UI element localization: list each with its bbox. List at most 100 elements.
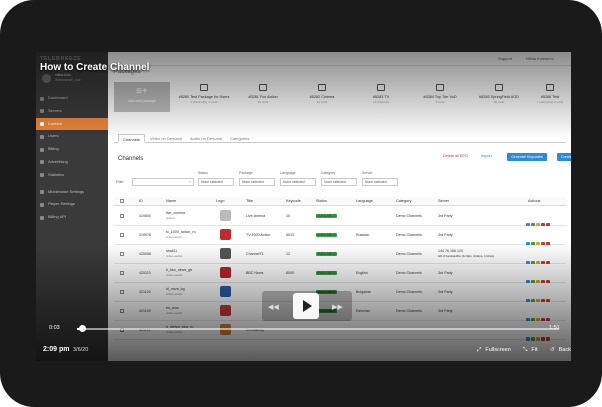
sidebar-item-advertising[interactable]: Advertising xyxy=(36,156,108,169)
play-icon xyxy=(303,300,312,312)
package-item[interactable]: #5284 Top Tier VoD 3 vods xyxy=(412,82,468,104)
folder-icon xyxy=(200,84,208,91)
fullscreen-button[interactable]: ⤢ Fullscreen xyxy=(477,347,511,354)
table-row[interactable]: 420058 shall11 video+audio ChannelT1 12 AVAIL… xyxy=(114,245,566,265)
generate-keycodes-button[interactable]: Generate Keycodes xyxy=(507,153,547,161)
cell-server: 3rd Party xyxy=(438,309,453,313)
gear-icon xyxy=(40,202,44,207)
package-item[interactable]: #5281 Fox Action 22 vods xyxy=(235,82,291,104)
sidebar-item-billing[interactable]: Billing xyxy=(36,143,108,156)
filter-bar: Filter ⌕ Status None selected Package No… xyxy=(114,171,566,191)
import-button[interactable]: Import xyxy=(481,154,492,158)
package-item[interactable]: #5280 Test Package for Users 1 channel(s)… xyxy=(176,82,232,104)
sidebar-item-billing-api[interactable]: Billing API xyxy=(36,211,108,224)
sidebar-item-statistics[interactable]: Statistics xyxy=(36,169,108,182)
package-name: #5286 Test xyxy=(540,95,560,99)
column-id[interactable]: ID xyxy=(139,199,143,203)
sidebar-item-player-settings[interactable]: Player Settings xyxy=(36,198,108,211)
progress-bar[interactable] xyxy=(77,328,559,330)
table-row[interactable]: 419600 live_cinema playlist Live cinema 10 AV… xyxy=(114,207,566,227)
column-keycode[interactable]: Keycode xyxy=(286,199,301,203)
status-filter-select[interactable]: None selected xyxy=(198,178,234,186)
statistics-icon xyxy=(40,173,44,178)
total-time: 1:51 xyxy=(549,325,560,331)
filter-input[interactable]: ⌕ xyxy=(132,178,194,186)
back-button[interactable]: ↺ Back xyxy=(550,347,571,353)
package-item[interactable]: #5283 TV 74 channels xyxy=(353,82,409,104)
fullscreen-icon: ⤢ xyxy=(477,347,482,353)
package-item[interactable]: #5285 SpringField AOD 94 vods xyxy=(471,82,527,104)
tab-channels[interactable]: Channels xyxy=(118,134,145,143)
column-category[interactable]: Category xyxy=(396,199,411,203)
fit-button[interactable]: ⤡ Fit xyxy=(523,347,538,354)
column-title[interactable]: Title xyxy=(246,199,253,203)
row-checkbox[interactable] xyxy=(120,290,124,294)
progress-handle[interactable] xyxy=(79,325,86,332)
sidebar-item-label: Dashboard xyxy=(48,95,68,100)
add-package-button[interactable]: ≡+ Add new package xyxy=(114,82,170,112)
cell-name-type: video+audio xyxy=(166,292,183,296)
sidebar-item-middleware-settings[interactable]: Middleware Settings xyxy=(36,186,108,199)
sidebar-item-users[interactable]: Users xyxy=(36,130,108,143)
package-item[interactable]: #5282 Cinema 41 vods xyxy=(294,82,350,104)
support-link[interactable]: Support xyxy=(498,56,512,61)
top-user-menu[interactable]: Nikita Kolesnov xyxy=(526,56,554,61)
row-checkbox[interactable] xyxy=(120,309,124,313)
sidebar-item-label: Statistics xyxy=(48,171,65,177)
row-checkbox[interactable] xyxy=(120,214,124,218)
cell-title: Live cinema xyxy=(246,214,266,218)
status-badge: AVAILABLE xyxy=(316,271,337,275)
sidebar-item-label: Users xyxy=(48,133,59,139)
cell-name-type: video+audio xyxy=(166,330,183,334)
package-item[interactable]: #5286 Test 7 channel(s) 0 vods xyxy=(530,82,570,104)
column-server[interactable]: Server xyxy=(438,199,449,203)
cell-server: 3rd Party xyxy=(438,214,453,218)
table-row[interactable]: 425110 b_bbc_news_gb video+audio BBC News 80… xyxy=(114,264,566,284)
row-checkbox[interactable] xyxy=(120,252,124,256)
package-filter-select[interactable]: None selected xyxy=(239,178,275,186)
delete-icon[interactable] xyxy=(546,337,550,341)
language-filter-select[interactable]: None selected xyxy=(280,178,316,186)
sidebar-user[interactable]: nikita.kurc. Webmaster_role xyxy=(42,72,102,90)
sidebar-item-content[interactable]: Content xyxy=(36,117,108,131)
select-all-checkbox[interactable] xyxy=(120,199,124,203)
row-actions xyxy=(526,271,552,284)
table-row[interactable]: 421101 h_ritelya_plus_ru video+audio Domash… xyxy=(114,321,566,341)
users-icon xyxy=(40,134,44,139)
cell-language: English xyxy=(356,271,368,275)
sidebar-item-dashboard[interactable]: Dashboard xyxy=(36,92,108,105)
sidebar-item-servers[interactable]: Servers xyxy=(36,105,108,118)
add-package-label: Add new package xyxy=(128,99,156,103)
tab-audio-on-demand[interactable]: Audio on Demand xyxy=(186,134,226,143)
fast-forward-icon[interactable]: ▶▶ xyxy=(332,303,343,311)
column-status[interactable]: Status xyxy=(316,199,327,203)
cell-server: 144.76.166.120 xyxy=(438,249,463,253)
row-actions xyxy=(526,252,552,265)
copy-icon[interactable] xyxy=(541,337,545,341)
tab-video-on-demand[interactable]: Video on Demand xyxy=(146,134,186,143)
delete-all-epg-button[interactable]: Delete all EPG xyxy=(443,154,468,158)
table-row[interactable]: 319978 tv_1000_action_ru video+audio TV 100… xyxy=(114,226,566,246)
server-filter-select[interactable]: None selected xyxy=(362,178,398,186)
cell-id: 421109 xyxy=(139,309,151,313)
cell-category: Demo Channels xyxy=(396,233,422,237)
column-name[interactable]: Name xyxy=(166,199,176,203)
chart-icon[interactable] xyxy=(531,337,535,341)
row-checkbox[interactable] xyxy=(120,233,124,237)
tab-categories[interactable]: Categories xyxy=(226,134,253,143)
category-filter-select[interactable]: None selected xyxy=(321,178,357,186)
create-channel-button[interactable]: Create Channel xyxy=(557,153,571,161)
edit-icon[interactable] xyxy=(536,337,540,341)
row-checkbox[interactable] xyxy=(120,271,124,275)
cell-server: 3rd Party xyxy=(438,271,453,275)
folder-icon xyxy=(259,84,267,91)
list-icon[interactable] xyxy=(526,337,530,341)
play-button[interactable] xyxy=(293,293,319,319)
rewind-icon[interactable]: ◀◀ xyxy=(268,303,279,311)
api-icon xyxy=(40,215,44,220)
sidebar: TELEBREEZE nikita.kurc. Webmaster_role D… xyxy=(36,52,108,361)
channel-logo xyxy=(220,210,231,221)
language-filter-label: Language xyxy=(280,171,296,175)
column-language[interactable]: Language xyxy=(356,199,373,203)
cell-category: Demo Channels xyxy=(396,271,422,275)
